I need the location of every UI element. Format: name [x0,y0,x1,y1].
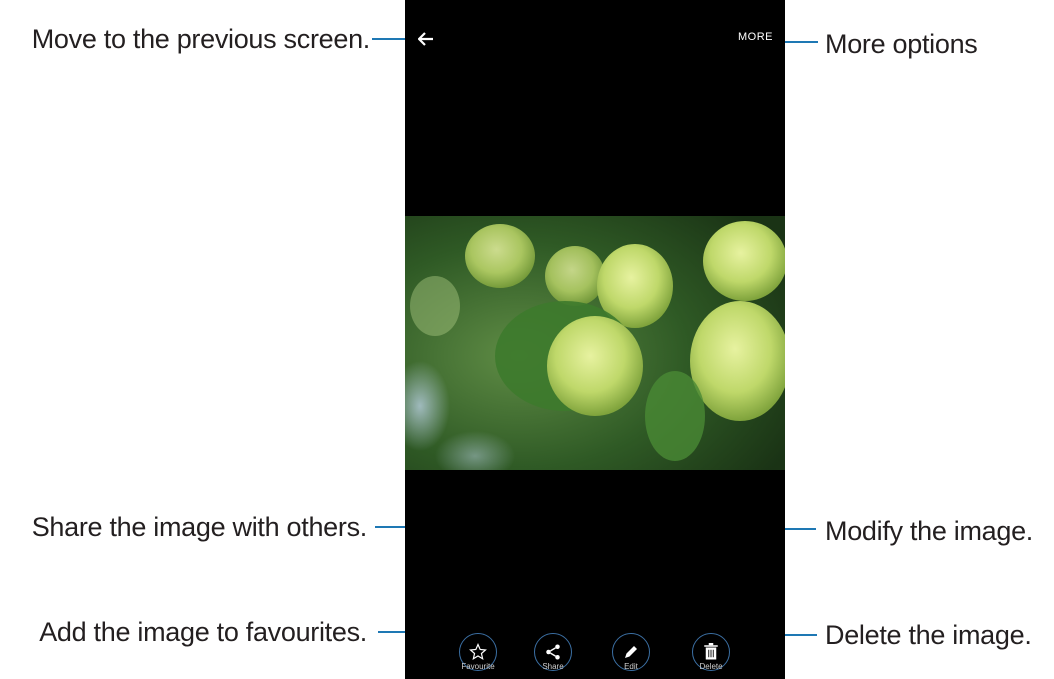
more-button[interactable]: MORE [738,31,773,43]
callout-back: Move to the previous screen. [31,24,371,54]
callout-delete: Delete the image. [825,620,1032,650]
back-button[interactable] [413,26,439,52]
star-icon [469,643,487,660]
back-arrow-icon [418,32,433,46]
callout-edit: Modify the image. [825,516,1033,546]
share-icon [546,644,560,660]
gallery-viewer-screen: MORE [405,0,785,679]
callout-share: Share the image with others. [31,512,368,542]
trash-icon [704,643,718,660]
favourite-label: Favourite [461,662,495,671]
image-preview [405,216,785,470]
delete-label: Delete [699,662,723,671]
callout-favourites: Add the image to favourites. [39,617,367,647]
pencil-icon [625,646,637,658]
edit-label: Edit [624,662,638,671]
share-label: Share [542,662,564,671]
callout-more: More options [825,29,978,59]
